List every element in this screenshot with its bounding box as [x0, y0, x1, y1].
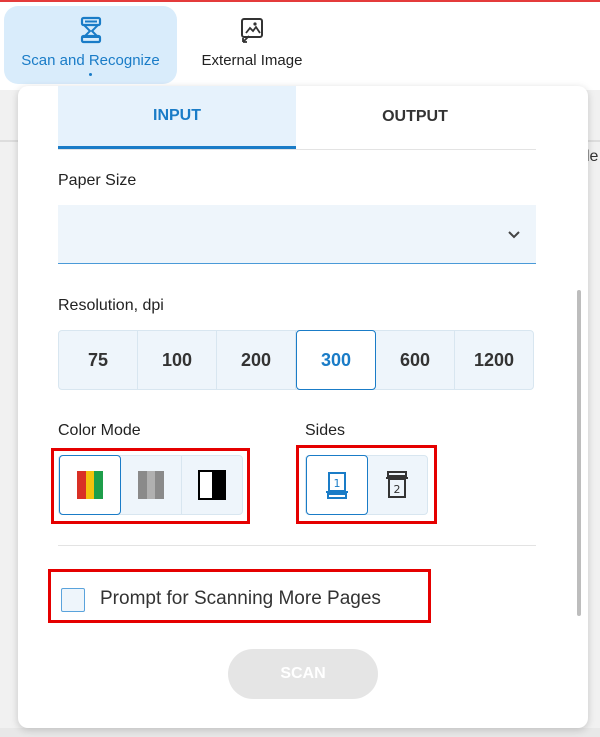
- resolution-option-600[interactable]: 600: [376, 331, 455, 389]
- resolution-option-75[interactable]: 75: [59, 331, 138, 389]
- scan-and-recognize-label: Scan and Recognize: [21, 52, 160, 69]
- resolution-option-300[interactable]: 300: [296, 330, 376, 390]
- tab-input[interactable]: INPUT: [58, 86, 296, 150]
- active-indicator-dot: [89, 73, 92, 76]
- resolution-option-200[interactable]: 200: [217, 331, 296, 389]
- scanner-icon: [80, 16, 101, 44]
- sides-label: Sides: [305, 422, 346, 439]
- section-divider: [58, 545, 536, 546]
- resolution-option-100[interactable]: 100: [138, 331, 217, 389]
- background-divider-left: [0, 140, 18, 142]
- color-mode-black-white[interactable]: [182, 456, 242, 514]
- tab-divider: [58, 149, 536, 150]
- tab-output[interactable]: OUTPUT: [296, 86, 534, 148]
- scan-settings-panel: INPUT OUTPUT Paper Size Resolution, dpi …: [18, 86, 588, 728]
- double-sided-icon: 2: [386, 471, 409, 498]
- prompt-more-pages-checkbox[interactable]: [61, 588, 85, 612]
- image-import-icon: [241, 18, 263, 43]
- chevron-down-icon: [508, 231, 520, 239]
- color-mode-grayscale-icon: [138, 471, 164, 499]
- scan-button[interactable]: SCAN: [228, 649, 378, 699]
- color-mode-selector: [58, 455, 243, 515]
- paper-size-select[interactable]: [58, 205, 536, 264]
- background-bottom: [0, 728, 600, 737]
- scan-and-recognize-button[interactable]: Scan and Recognize: [4, 6, 177, 84]
- top-accent-line: [0, 0, 600, 2]
- resolution-selector: 75 100 200 300 600 1200: [58, 330, 534, 390]
- paper-size-label: Paper Size: [58, 172, 137, 189]
- color-mode-color[interactable]: [59, 455, 121, 515]
- color-mode-grayscale[interactable]: [121, 456, 182, 514]
- sides-selector: 1 2: [305, 455, 428, 515]
- sides-option-1[interactable]: 1: [306, 455, 368, 515]
- background-divider-right: [586, 140, 600, 142]
- sides-2-number: 2: [394, 483, 401, 496]
- color-mode-black-white-icon: [198, 470, 226, 500]
- panel-scrollbar[interactable]: [577, 290, 581, 616]
- sides-option-2[interactable]: 2: [368, 456, 428, 514]
- color-mode-label: Color Mode: [58, 422, 141, 439]
- background-text-fragment: le: [586, 148, 599, 165]
- external-image-label: External Image: [201, 52, 303, 69]
- color-mode-color-icon: [77, 471, 103, 499]
- resolution-label: Resolution, dpi: [58, 297, 164, 314]
- sides-1-number: 1: [333, 477, 340, 490]
- prompt-more-pages-label[interactable]: Prompt for Scanning More Pages: [100, 588, 381, 610]
- external-image-button[interactable]: External Image: [182, 6, 322, 84]
- single-sided-icon: 1: [325, 472, 348, 499]
- resolution-option-1200[interactable]: 1200: [455, 331, 533, 389]
